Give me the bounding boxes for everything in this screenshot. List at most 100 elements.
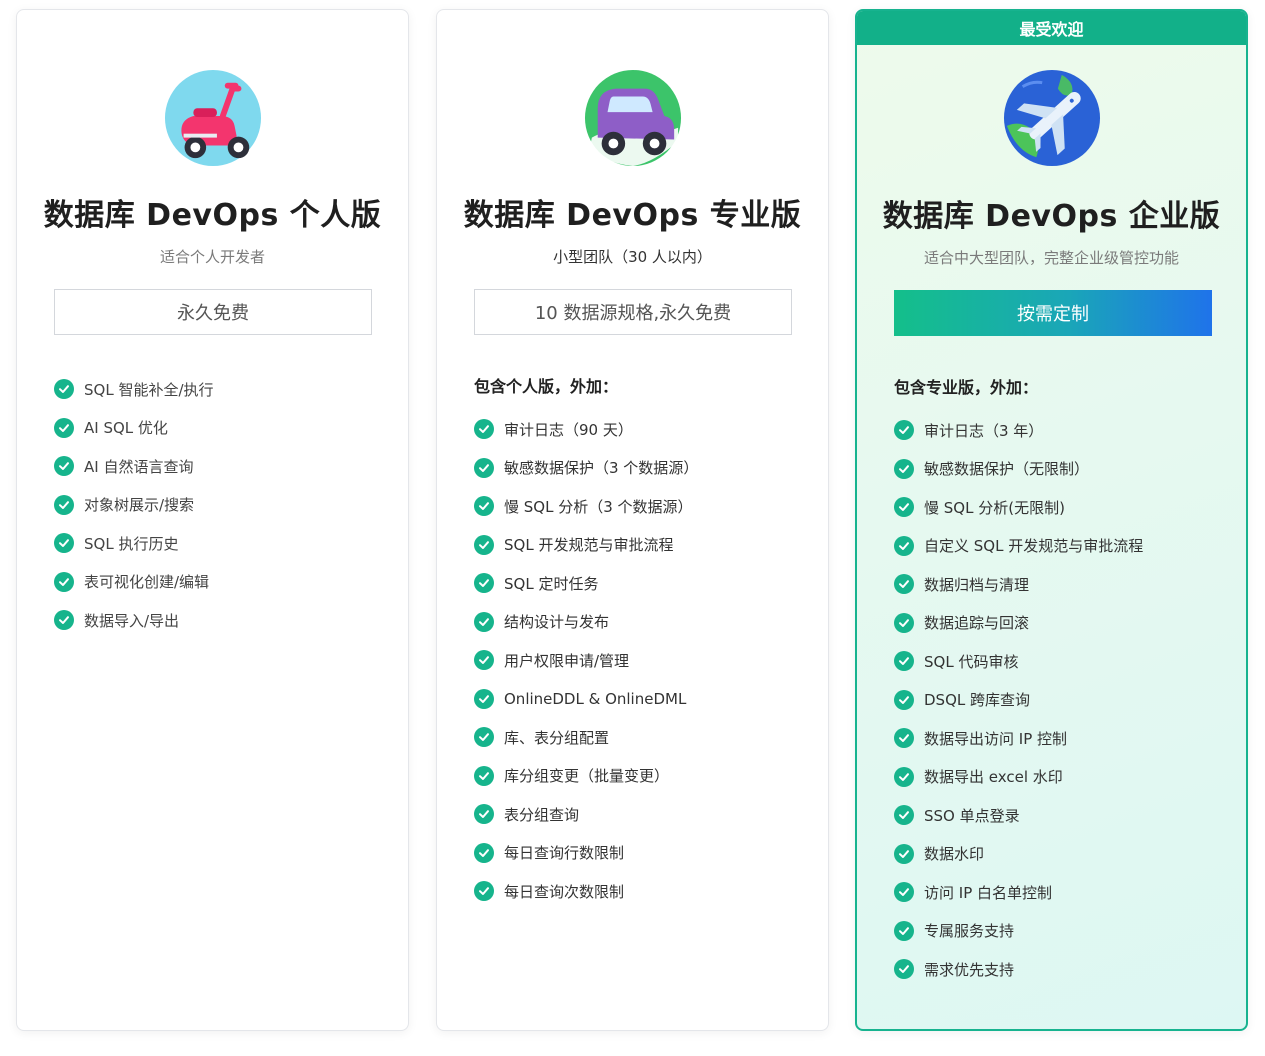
feature-label: 敏感数据保护（3 个数据源） bbox=[504, 459, 699, 478]
feature-item: 数据追踪与回滚 bbox=[894, 604, 1143, 643]
feature-label: 自定义 SQL 开发规范与审批流程 bbox=[924, 537, 1144, 556]
feature-item: OnlineDDL & OnlineDML bbox=[474, 680, 698, 719]
free-forever-button[interactable]: 永久免费 bbox=[54, 289, 372, 335]
feature-label: AI SQL 优化 bbox=[84, 419, 168, 438]
feature-label: OnlineDDL & OnlineDML bbox=[504, 689, 687, 708]
feature-item: 表分组查询 bbox=[474, 795, 698, 834]
feature-label: 数据导出 excel 水印 bbox=[924, 768, 1063, 787]
check-circle-icon bbox=[474, 457, 494, 478]
check-circle-icon bbox=[474, 688, 494, 709]
check-circle-icon bbox=[894, 420, 914, 441]
feature-label: 慢 SQL 分析（3 个数据源） bbox=[504, 497, 693, 516]
feature-item: 库、表分组配置 bbox=[474, 718, 698, 757]
check-circle-icon bbox=[54, 456, 74, 477]
feature-item: SSO 单点登录 bbox=[894, 796, 1143, 835]
plan-title: 数据库 DevOps 个人版 bbox=[43, 198, 382, 233]
check-circle-icon bbox=[54, 417, 74, 438]
feature-label: 数据导出访问 IP 控制 bbox=[924, 729, 1068, 748]
feature-label: 对象树展示/搜索 bbox=[84, 496, 195, 515]
feature-label: 专属服务支持 bbox=[924, 922, 1015, 941]
feature-label: 表可视化创建/编辑 bbox=[84, 573, 210, 592]
check-circle-icon bbox=[894, 574, 914, 595]
check-circle-icon bbox=[894, 535, 914, 556]
feature-label: SQL 执行历史 bbox=[84, 534, 179, 553]
check-circle-icon bbox=[54, 533, 74, 554]
plan-card-enterprise: 最受欢迎 数据库 DevOps 企业版 适合中大型团队，完整企业级管控功能 按需… bbox=[855, 9, 1248, 1031]
check-circle-icon bbox=[474, 534, 494, 555]
feature-label: SQL 智能补全/执行 bbox=[84, 380, 214, 399]
check-circle-icon bbox=[54, 379, 74, 400]
check-circle-icon bbox=[894, 497, 914, 518]
feature-label: 每日查询行数限制 bbox=[504, 844, 625, 863]
check-circle-icon bbox=[894, 728, 914, 749]
feature-item: SQL 智能补全/执行 bbox=[54, 370, 214, 409]
feature-label: 用户权限申请/管理 bbox=[504, 651, 630, 670]
plan-subtitle: 适合中大型团队，完整企业级管控功能 bbox=[923, 249, 1179, 267]
feature-label: 数据追踪与回滚 bbox=[924, 614, 1030, 633]
features-heading: 包含专业版，外加： bbox=[894, 378, 1039, 397]
check-circle-icon bbox=[474, 881, 494, 902]
check-circle-icon bbox=[894, 651, 914, 672]
plan-card-professional: 数据库 DevOps 专业版 小型团队（30 人以内） 10 数据源规格,永久免… bbox=[436, 9, 829, 1031]
plan-title: 数据库 DevOps 专业版 bbox=[463, 198, 802, 233]
feature-label: 结构设计与发布 bbox=[504, 613, 610, 632]
feature-label: 数据归档与清理 bbox=[924, 575, 1030, 594]
feature-item: 数据水印 bbox=[894, 835, 1143, 874]
check-circle-icon bbox=[474, 650, 494, 671]
check-circle-icon bbox=[894, 920, 914, 941]
feature-label: SQL 定时任务 bbox=[504, 574, 599, 593]
feature-list: 审计日志（3 年） 敏感数据保护（无限制） 慢 SQL 分析(无限制) 自定义 … bbox=[894, 411, 1143, 989]
feature-label: 审计日志（90 天） bbox=[504, 420, 633, 439]
check-circle-icon bbox=[894, 882, 914, 903]
feature-item: 访问 IP 白名单控制 bbox=[894, 873, 1143, 912]
feature-label: AI 自然语言查询 bbox=[84, 457, 194, 476]
check-circle-icon bbox=[474, 842, 494, 863]
free-datasource-button[interactable]: 10 数据源规格,永久免费 bbox=[474, 289, 792, 335]
feature-item: SQL 定时任务 bbox=[474, 564, 698, 603]
plan-subtitle: 小型团队（30 人以内） bbox=[553, 248, 712, 266]
car-icon bbox=[584, 69, 681, 167]
check-circle-icon bbox=[474, 419, 494, 440]
feature-item: AI 自然语言查询 bbox=[54, 447, 214, 486]
feature-label: 库分组变更（批量变更） bbox=[504, 767, 670, 786]
plan-subtitle: 适合个人开发者 bbox=[159, 248, 265, 266]
feature-item: 慢 SQL 分析(无限制) bbox=[894, 488, 1143, 527]
check-circle-icon bbox=[474, 804, 494, 825]
feature-item: 对象树展示/搜索 bbox=[54, 486, 214, 525]
feature-label: 每日查询次数限制 bbox=[504, 882, 625, 901]
feature-label: 敏感数据保护（无限制） bbox=[924, 460, 1090, 479]
feature-label: 审计日志（3 年） bbox=[924, 421, 1044, 440]
feature-list: 审计日志（90 天） 敏感数据保护（3 个数据源） 慢 SQL 分析（3 个数据… bbox=[474, 410, 698, 911]
feature-item: 敏感数据保护（无限制） bbox=[894, 450, 1143, 489]
check-circle-icon bbox=[894, 805, 914, 826]
check-circle-icon bbox=[894, 612, 914, 633]
check-circle-icon bbox=[474, 727, 494, 748]
feature-label: SQL 开发规范与审批流程 bbox=[504, 536, 674, 555]
feature-item: 敏感数据保护（3 个数据源） bbox=[474, 449, 698, 488]
feature-item: 数据归档与清理 bbox=[894, 565, 1143, 604]
feature-item: SQL 代码审核 bbox=[894, 642, 1143, 681]
check-circle-icon bbox=[474, 765, 494, 786]
feature-item: SQL 执行历史 bbox=[54, 524, 214, 563]
feature-item: 库分组变更（批量变更） bbox=[474, 757, 698, 796]
feature-label: 数据水印 bbox=[924, 845, 985, 864]
feature-item: 每日查询行数限制 bbox=[474, 834, 698, 873]
feature-label: SSO 单点登录 bbox=[924, 806, 1020, 825]
feature-item: 审计日志（3 年） bbox=[894, 411, 1143, 450]
check-circle-icon bbox=[54, 494, 74, 515]
customize-button[interactable]: 按需定制 bbox=[894, 290, 1212, 336]
check-circle-icon bbox=[54, 610, 74, 631]
feature-item: 结构设计与发布 bbox=[474, 603, 698, 642]
feature-item: DSQL 跨库查询 bbox=[894, 681, 1143, 720]
feature-item: 表可视化创建/编辑 bbox=[54, 563, 214, 602]
check-circle-icon bbox=[474, 611, 494, 632]
feature-label: 慢 SQL 分析(无限制) bbox=[924, 498, 1065, 517]
check-circle-icon bbox=[474, 496, 494, 517]
airplane-globe-icon bbox=[1003, 69, 1100, 167]
plan-card-personal: 数据库 DevOps 个人版 适合个人开发者 永久免费 SQL 智能补全/执行 … bbox=[16, 9, 409, 1031]
feature-item: 数据导出 excel 水印 bbox=[894, 758, 1143, 797]
feature-item: 自定义 SQL 开发规范与审批流程 bbox=[894, 527, 1143, 566]
feature-item: 慢 SQL 分析（3 个数据源） bbox=[474, 487, 698, 526]
feature-label: 访问 IP 白名单控制 bbox=[924, 883, 1053, 902]
feature-list: SQL 智能补全/执行 AI SQL 优化 AI 自然语言查询 对象树展示/搜索… bbox=[54, 370, 214, 640]
